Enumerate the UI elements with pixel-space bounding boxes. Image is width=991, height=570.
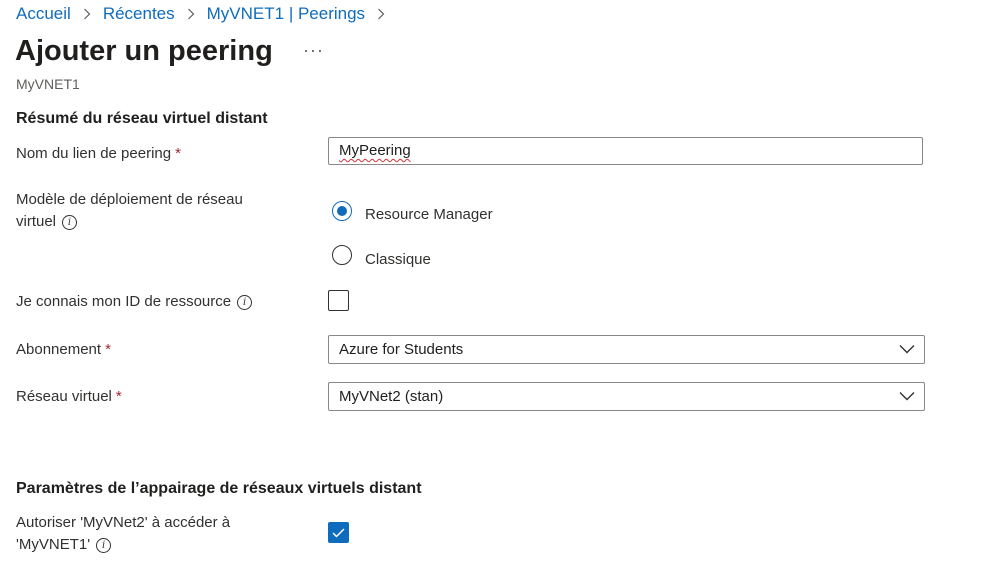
breadcrumb-peerings-link[interactable]: MyVNET1 | Peerings bbox=[207, 4, 365, 24]
page-subtitle: MyVNET1 bbox=[16, 76, 80, 92]
page-title: Ajouter un peering bbox=[15, 35, 273, 67]
required-marker: * bbox=[175, 145, 181, 162]
chevron-right-icon bbox=[377, 8, 385, 20]
more-options-icon[interactable]: ··· bbox=[303, 40, 324, 61]
peering-name-input[interactable]: MyPeering bbox=[328, 137, 923, 165]
chevron-down-icon bbox=[899, 392, 915, 401]
deployment-model-label: Modèle de déploiement de réseau virtuel i bbox=[16, 191, 243, 230]
required-marker: * bbox=[115, 388, 122, 405]
info-icon[interactable]: i bbox=[96, 537, 112, 553]
radio-button[interactable] bbox=[332, 245, 352, 265]
info-icon[interactable]: i bbox=[237, 294, 253, 310]
radio-button-selected[interactable] bbox=[332, 200, 352, 221]
virtual-network-label: Réseau virtuel * bbox=[16, 388, 122, 405]
know-resource-id-checkbox[interactable] bbox=[328, 290, 349, 311]
required-marker: * bbox=[105, 341, 111, 358]
checkmark-icon bbox=[332, 527, 345, 538]
section-heading-remote: Résumé du réseau virtuel distant bbox=[16, 110, 268, 127]
virtual-network-dropdown[interactable]: MyVNet2 (stan) bbox=[328, 382, 925, 411]
chevron-right-icon bbox=[83, 8, 91, 20]
allow-access-checkbox[interactable] bbox=[328, 522, 349, 543]
breadcrumb-home-link[interactable]: Accueil bbox=[16, 4, 71, 24]
section-heading-remote-settings: Paramètres de l’appairage de réseaux vir… bbox=[16, 480, 422, 497]
peering-name-label: Nom du lien de peering * bbox=[16, 145, 181, 162]
radio-resource-manager[interactable]: Resource Manager bbox=[332, 198, 493, 223]
breadcrumb: Accueil Récentes MyVNET1 | Peerings bbox=[16, 4, 397, 24]
subscription-label: Abonnement * bbox=[16, 341, 111, 358]
chevron-right-icon bbox=[187, 8, 195, 20]
breadcrumb-recent-link[interactable]: Récentes bbox=[103, 4, 175, 24]
chevron-down-icon bbox=[899, 345, 915, 354]
info-icon[interactable]: i bbox=[62, 214, 78, 230]
allow-access-label: Autoriser 'MyVNet2' à accéder à 'MyVNET1… bbox=[16, 514, 231, 553]
subscription-dropdown[interactable]: Azure for Students bbox=[328, 335, 925, 364]
know-resource-id-label: Je connais mon ID de ressource i bbox=[16, 291, 253, 313]
radio-classic[interactable]: Classique bbox=[332, 242, 431, 268]
